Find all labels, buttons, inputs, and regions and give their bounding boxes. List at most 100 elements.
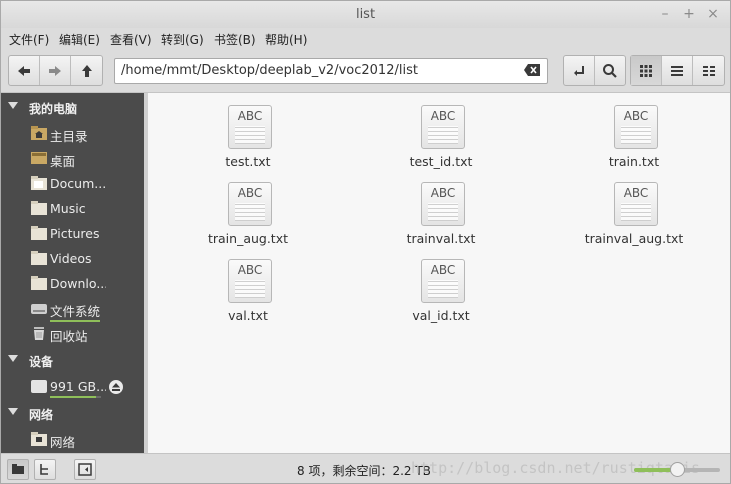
file-name: trainval.txt [406, 231, 476, 246]
sidebar-item-downloads[interactable]: Downlo... [1, 273, 144, 295]
window-title: list [355, 7, 376, 22]
compact-list-icon [702, 65, 715, 76]
eject-button[interactable] [109, 380, 123, 394]
toggle-location-button[interactable] [564, 56, 595, 85]
return-arrow-icon [573, 65, 584, 76]
menu-edit[interactable]: 编辑(E) [59, 31, 100, 48]
menu-help[interactable]: 帮助(H) [265, 31, 307, 48]
file-name: test_id.txt [409, 154, 473, 169]
sidebar-item-network[interactable]: 网络 [1, 429, 144, 451]
minimize-button[interactable]: – [655, 4, 675, 24]
forward-button[interactable] [40, 56, 71, 85]
text-file-icon: ABC [614, 182, 658, 226]
menu-view[interactable]: 查看(V) [110, 31, 152, 48]
disk-icon [31, 380, 47, 393]
file-item[interactable]: ABC trainval.txt [381, 178, 501, 248]
text-file-icon: ABC [228, 259, 272, 303]
sidebar-item-disk[interactable]: 991 GB... [1, 376, 144, 398]
disk-usage-bar [50, 396, 101, 398]
sidebar-item-documents[interactable]: Docum... [1, 173, 144, 195]
file-name: test.txt [225, 154, 271, 169]
zoom-slider[interactable] [634, 462, 720, 477]
folder-icon [31, 201, 47, 215]
text-file-icon: ABC [421, 259, 465, 303]
trash-icon [34, 327, 44, 340]
text-file-icon: ABC [228, 182, 272, 226]
tree-icon [40, 464, 48, 475]
folder-icon [12, 464, 24, 474]
icon-view-button[interactable] [631, 56, 662, 85]
maximize-button[interactable]: + [679, 4, 699, 24]
menu-bookmarks[interactable]: 书签(B) [214, 31, 256, 48]
file-name: train.txt [608, 154, 660, 169]
navigation-group [8, 55, 103, 86]
grid-icon [640, 64, 652, 77]
file-view[interactable]: ABC test.txt ABC test_id.txt ABC train.t… [148, 93, 730, 453]
backspace-icon [524, 64, 540, 76]
text-file-icon: ABC [421, 182, 465, 226]
sidebar-section-network[interactable]: 网络 [1, 404, 144, 424]
back-button[interactable] [9, 56, 40, 85]
list-icon [671, 65, 683, 76]
text-file-icon: ABC [228, 105, 272, 149]
sidebar-item-filesystem[interactable]: 文件系统 [1, 298, 144, 322]
file-item[interactable]: ABC train.txt [574, 101, 694, 171]
file-item[interactable]: ABC test.txt [188, 101, 308, 171]
file-item[interactable]: ABC val.txt [188, 255, 308, 325]
file-item[interactable]: ABC train_aug.txt [188, 178, 308, 248]
file-item[interactable]: ABC trainval_aug.txt [574, 178, 694, 248]
clear-location-button[interactable] [523, 63, 541, 77]
sidebar-section-my-computer[interactable]: 我的电脑 [1, 98, 144, 118]
sidebar-item-trash[interactable]: 回收站 [1, 323, 144, 345]
arrow-up-icon [81, 64, 92, 77]
desktop-icon [31, 152, 47, 164]
sidebar-item-home[interactable]: 主目录 [1, 123, 144, 145]
compact-view-button[interactable] [693, 56, 724, 85]
eject-icon [112, 383, 120, 391]
title-bar[interactable]: list – + × [1, 1, 730, 28]
file-name: train_aug.txt [207, 231, 289, 246]
sidebar-icon [78, 463, 92, 476]
text-file-icon: ABC [614, 105, 658, 149]
folder-icon [31, 226, 47, 240]
sidebar: 我的电脑 主目录 桌面 Docum... Music Pictures Vide… [1, 93, 144, 453]
file-name: trainval_aug.txt [584, 231, 684, 246]
file-item[interactable]: ABC test_id.txt [381, 101, 501, 171]
drive-icon [31, 304, 47, 314]
sidebar-item-music[interactable]: Music [1, 198, 144, 220]
status-bar: 8 项，剩余空间：2.2 TB http://blog.csdn.net/rus… [1, 453, 730, 483]
menu-file[interactable]: 文件(F) [9, 31, 49, 48]
sidebar-item-videos[interactable]: Videos [1, 248, 144, 270]
file-manager-window: list – + × 文件(F) 编辑(E) 查看(V) 转到(G) 书签(B)… [0, 0, 731, 484]
text-file-icon: ABC [421, 105, 465, 149]
tree-toggle-button[interactable] [34, 459, 56, 480]
folder-icon [31, 276, 47, 290]
places-toggle-button[interactable] [7, 459, 29, 480]
home-folder-icon [31, 126, 47, 140]
network-icon [31, 432, 47, 446]
search-button[interactable] [595, 56, 625, 85]
close-button[interactable]: × [703, 4, 723, 24]
file-item[interactable]: ABC val_id.txt [381, 255, 501, 325]
view-mode-group [630, 55, 725, 86]
up-button[interactable] [71, 56, 102, 85]
sidebar-toggle-button[interactable] [74, 459, 96, 480]
expander-icon [8, 355, 18, 362]
list-view-button[interactable] [662, 56, 693, 85]
menu-bar: 文件(F) 编辑(E) 查看(V) 转到(G) 书签(B) 帮助(H) [1, 28, 730, 50]
file-name: val_id.txt [412, 308, 470, 323]
sidebar-item-pictures[interactable]: Pictures [1, 223, 144, 245]
file-name: val.txt [228, 308, 268, 323]
sidebar-section-devices[interactable]: 设备 [1, 351, 144, 371]
zoom-handle[interactable] [670, 462, 685, 477]
folder-icon [31, 176, 47, 190]
search-icon [602, 63, 617, 78]
expander-icon [8, 102, 18, 109]
sidebar-item-desktop[interactable]: 桌面 [1, 148, 144, 170]
expander-icon [8, 408, 18, 415]
menu-go[interactable]: 转到(G) [161, 31, 204, 48]
arrow-right-icon [49, 65, 61, 76]
location-tools-group [563, 55, 626, 86]
arrow-left-icon [18, 65, 30, 76]
location-input[interactable]: /home/mmt/Desktop/deeplab_v2/voc2012/lis… [114, 58, 548, 84]
